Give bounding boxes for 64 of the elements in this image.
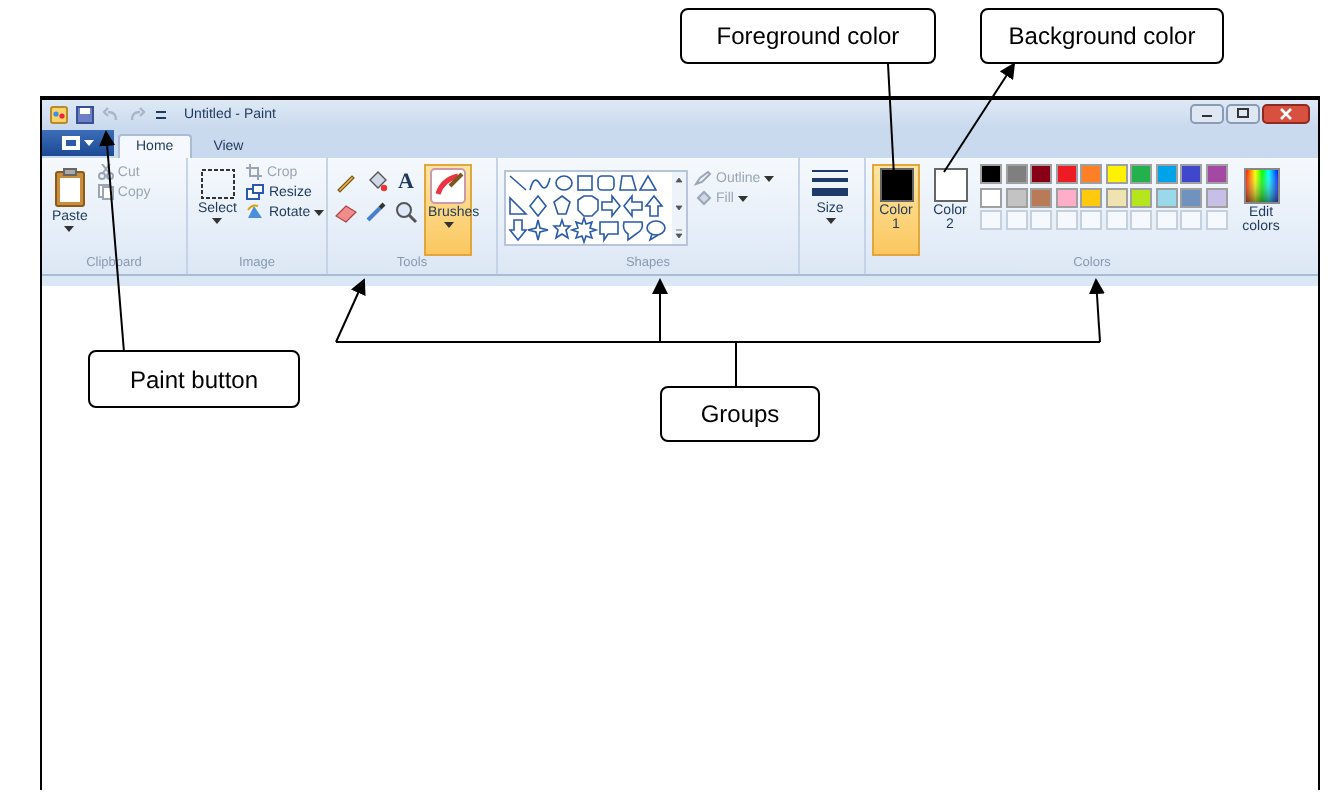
text-tool[interactable]: A <box>394 170 418 194</box>
color-swatch[interactable] <box>1030 164 1052 184</box>
color-swatch[interactable] <box>1080 187 1102 207</box>
paint-app-icon[interactable] <box>50 105 68 123</box>
rotate-icon <box>246 204 265 220</box>
minimize-icon[interactable] <box>1190 104 1224 124</box>
caret-icon <box>64 226 75 233</box>
maximize-icon[interactable] <box>1226 104 1260 124</box>
fill-bucket-icon[interactable] <box>364 170 388 194</box>
line-size-icon <box>810 168 850 200</box>
caret-icon <box>443 222 453 229</box>
color-swatch[interactable] <box>1130 164 1152 184</box>
selection-icon <box>199 168 236 200</box>
color-spectrum-icon <box>1243 168 1279 204</box>
magnifier-icon[interactable] <box>394 200 418 224</box>
caret-icon <box>84 140 94 146</box>
copy-icon <box>97 184 114 200</box>
color-swatch[interactable] <box>980 164 1002 184</box>
resize-icon <box>246 184 265 200</box>
color-swatch[interactable] <box>1030 187 1052 207</box>
undo-icon[interactable] <box>102 105 120 123</box>
shapes-gallery-drawing[interactable] <box>504 170 688 246</box>
brush-icon <box>430 168 466 204</box>
callout-arrow <box>652 278 668 343</box>
caret-icon <box>314 209 325 215</box>
color-swatch[interactable] <box>1055 187 1077 207</box>
pencil-icon[interactable] <box>334 170 358 194</box>
caret-icon <box>764 175 775 181</box>
callout-label: Paint button <box>88 350 300 408</box>
color-swatch[interactable] <box>1155 164 1177 184</box>
color-swatch[interactable] <box>1155 187 1177 207</box>
color-swatch[interactable] <box>1180 187 1202 207</box>
color-swatch[interactable] <box>1205 164 1227 184</box>
caret-icon <box>737 195 748 201</box>
redo-icon[interactable] <box>128 105 146 123</box>
color-swatch[interactable] <box>1105 164 1127 184</box>
paint-button[interactable] <box>42 130 114 156</box>
close-icon[interactable] <box>1262 104 1310 124</box>
callout-arrow <box>1088 278 1105 343</box>
outline-icon <box>694 170 712 186</box>
color-swatch[interactable] <box>1180 164 1202 184</box>
color-swatch[interactable] <box>1130 187 1152 207</box>
caret-icon <box>212 218 223 225</box>
eraser-icon[interactable] <box>334 200 358 224</box>
color-swatch[interactable] <box>1005 187 1027 207</box>
callout-arrow <box>335 278 366 343</box>
callout-label: Foreground color <box>680 8 936 64</box>
save-icon[interactable] <box>76 105 94 123</box>
color-swatch[interactable] <box>1055 164 1077 184</box>
callout-label: Background color <box>980 8 1224 64</box>
fill-icon <box>694 190 712 206</box>
color-swatch[interactable] <box>980 187 1002 207</box>
crop-icon <box>246 164 263 180</box>
color-swatch[interactable] <box>1205 187 1227 207</box>
menu-icon <box>62 136 80 150</box>
scissors-icon <box>97 164 114 180</box>
callout-label: Groups <box>660 386 820 442</box>
color-swatch[interactable] <box>1105 187 1127 207</box>
customize-menu-icon[interactable] <box>154 107 168 121</box>
color-swatch[interactable] <box>1080 164 1102 184</box>
color-picker-icon[interactable] <box>364 200 388 224</box>
color-swatch[interactable] <box>1005 164 1027 184</box>
caret-icon <box>825 218 835 225</box>
clipboard-icon <box>53 168 86 208</box>
